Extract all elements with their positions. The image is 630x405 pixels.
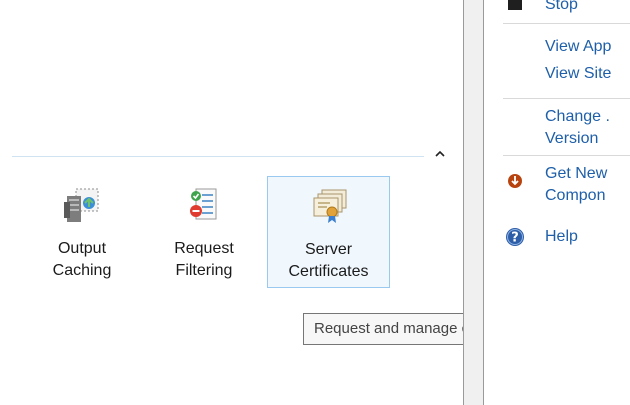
- action-label-line: Compon: [545, 187, 606, 204]
- feature-label: Server Certificates: [268, 239, 389, 283]
- action-label-line: Version: [545, 130, 599, 147]
- feature-label-line: Caching: [52, 262, 112, 279]
- server-certificates-icon: [309, 187, 349, 227]
- svg-text:?: ?: [511, 231, 519, 246]
- action-label-line: Change .: [545, 108, 610, 125]
- group-divider: [12, 156, 424, 157]
- request-filtering-icon: [184, 186, 224, 226]
- actions-separator: [503, 155, 630, 156]
- download-icon: [506, 172, 524, 190]
- feature-label-line: Server: [304, 241, 353, 258]
- action-help[interactable]: Help: [545, 226, 578, 248]
- actions-separator: [503, 98, 630, 99]
- feature-label-line: Certificates: [288, 263, 369, 280]
- feature-label: Output Caching: [34, 238, 130, 282]
- stop-icon: [506, 0, 524, 12]
- actions-separator: [503, 23, 630, 24]
- feature-label-line: Output: [57, 240, 107, 257]
- feature-label-line: Filtering: [175, 262, 233, 279]
- action-get-new-components[interactable]: Get New Compon: [545, 163, 607, 207]
- action-stop[interactable]: Stop: [545, 0, 578, 16]
- feature-label: Request Filtering: [154, 238, 254, 282]
- actions-pane: Stop View App View Site Change . Version…: [484, 0, 630, 405]
- action-view-applications[interactable]: View App: [545, 36, 611, 58]
- action-label-line: Get New: [545, 165, 608, 182]
- feature-server-certificates[interactable]: Server Certificates: [267, 176, 390, 288]
- output-caching-icon: [62, 186, 102, 226]
- feature-output-caching[interactable]: Output Caching: [34, 176, 130, 288]
- feature-request-filtering[interactable]: Request Filtering: [154, 176, 254, 288]
- pane-splitter[interactable]: [464, 0, 483, 405]
- help-icon: ?: [505, 227, 525, 247]
- action-view-sites[interactable]: View Site: [545, 63, 611, 85]
- action-change-version[interactable]: Change . Version: [545, 106, 610, 150]
- collapse-chevron-icon[interactable]: [432, 146, 448, 162]
- feature-label-line: Request: [174, 240, 234, 257]
